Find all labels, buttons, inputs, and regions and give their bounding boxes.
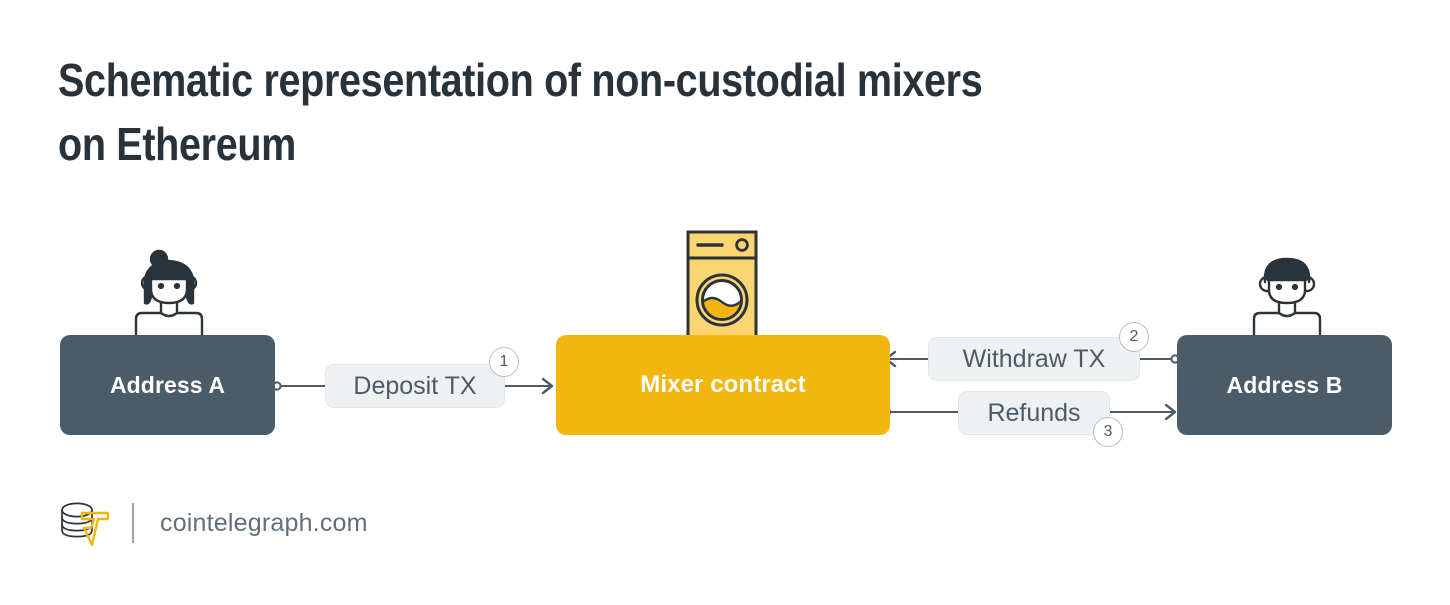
step-badge-2-number: 2 [1129, 328, 1139, 345]
step-badge-3: 3 [1093, 417, 1123, 447]
node-mixer-contract-label: Mixer contract [640, 371, 806, 398]
node-address-a-label: Address A [109, 371, 226, 398]
node-address-a[interactable]: Address A [60, 335, 275, 435]
footer-divider [132, 503, 134, 543]
edge-label-deposit-tx[interactable]: Deposit TX [325, 364, 505, 408]
edge-label-deposit-tx-text: Deposit TX [353, 371, 477, 400]
step-badge-3-number: 3 [1103, 423, 1113, 440]
node-address-b[interactable]: Address B [1177, 335, 1392, 435]
cointelegraph-logo-icon [58, 500, 110, 547]
step-badge-2: 2 [1119, 322, 1149, 352]
edge-label-withdraw-tx-text: Withdraw TX [962, 344, 1106, 373]
node-address-b-label: Address B [1226, 371, 1343, 398]
footer: cointelegraph.com [58, 495, 368, 551]
step-badge-1-number: 1 [499, 353, 509, 370]
footer-site-label: cointelegraph.com [160, 508, 368, 537]
edge-label-withdraw-tx[interactable]: Withdraw TX [928, 337, 1140, 381]
female-avatar-icon [123, 247, 215, 344]
step-badge-1: 1 [489, 347, 519, 377]
edge-label-refunds-text: Refunds [987, 398, 1081, 427]
edge-label-refunds[interactable]: Refunds [958, 391, 1110, 435]
male-avatar-icon [1243, 250, 1331, 343]
node-mixer-contract[interactable]: Mixer contract [556, 335, 890, 435]
